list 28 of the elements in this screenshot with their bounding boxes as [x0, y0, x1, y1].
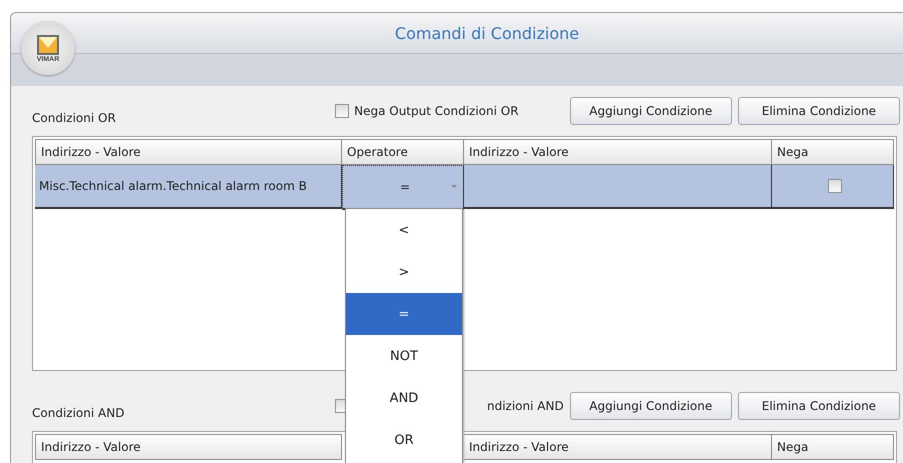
action-button[interactable]: Aggiungi Condizione [570, 97, 732, 125]
checkbox-label[interactable]: Nega Output Condizioni OR [354, 104, 564, 118]
dropdown-option[interactable]: > [346, 251, 462, 293]
action-button[interactable]: Elimina Condizione [738, 392, 900, 420]
operator-combo[interactable]: = [342, 165, 464, 210]
column-header: Operatore [342, 139, 464, 165]
dropdown-option[interactable]: AND [346, 377, 462, 419]
dropdown-option[interactable]: NOT [346, 335, 462, 377]
table-cell: Misc.Technical alarm.Technical alarm room B [35, 165, 342, 209]
action-button[interactable]: Aggiungi Condizione [570, 392, 732, 420]
column-header: Indirizzo - Valore [35, 139, 342, 165]
logo-icon [36, 34, 60, 56]
dropdown-option[interactable]: = [346, 293, 462, 335]
section-label: Condizioni AND [32, 405, 126, 420]
column-header: Nega [772, 434, 894, 460]
column-header: Nega [772, 139, 894, 165]
column-header: Indirizzo - Valore [464, 434, 772, 460]
action-button[interactable]: Elimina Condizione [738, 97, 900, 125]
window-title: Comandi di Condizione [394, 24, 580, 42]
checkbox[interactable] [335, 104, 350, 118]
dropdown-option[interactable]: < [346, 209, 462, 251]
column-header: Indirizzo - Valore [35, 434, 342, 460]
section-label: Condizioni OR [32, 110, 117, 125]
checkbox[interactable] [828, 179, 842, 193]
dropdown-option[interactable]: OR [346, 419, 462, 461]
caret-icon [451, 185, 457, 188]
table-row[interactable]: Misc.Technical alarm.Technical alarm room B = [35, 165, 894, 210]
column-header: Indirizzo - Valore [464, 139, 772, 165]
